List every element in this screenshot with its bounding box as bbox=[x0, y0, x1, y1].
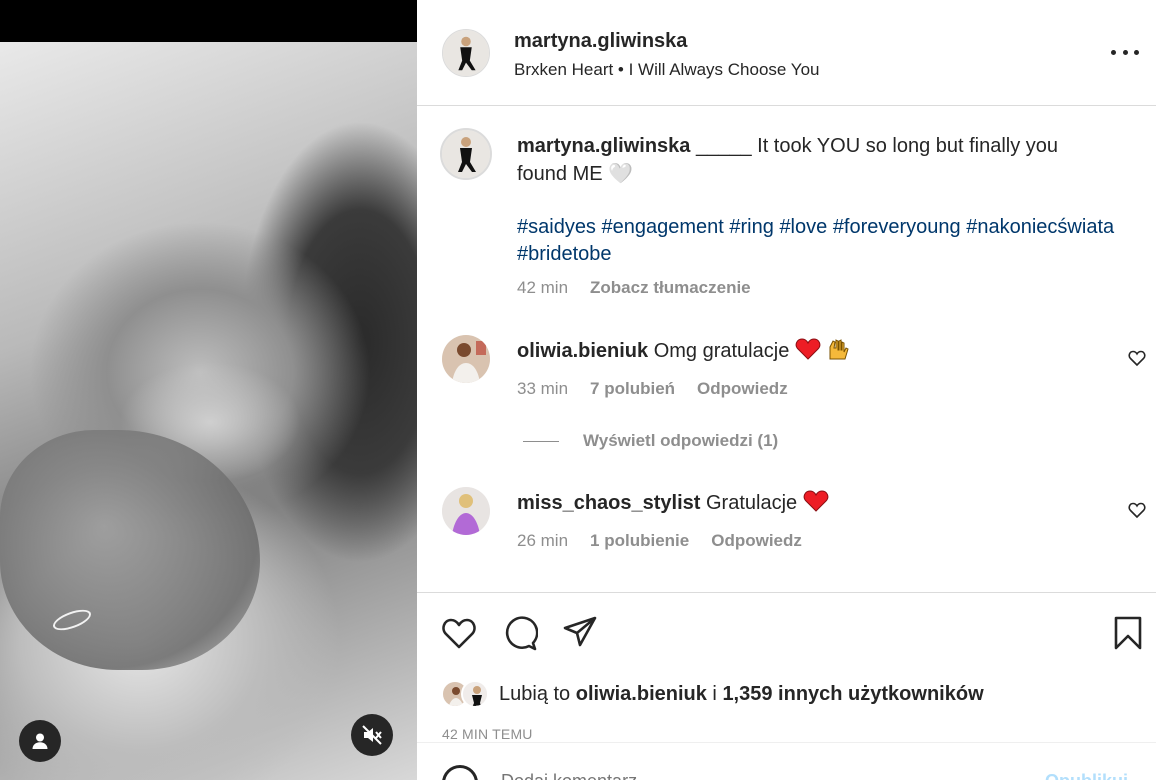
comment-meta: 33 min 7 polubień Odpowiedz bbox=[517, 379, 788, 399]
caption: martyna.gliwinska _____ It took YOU so l… bbox=[517, 132, 1107, 188]
post-media[interactable] bbox=[0, 0, 417, 780]
comment-input[interactable] bbox=[501, 771, 1001, 780]
share-icon[interactable] bbox=[562, 615, 598, 651]
more-options-button[interactable] bbox=[1111, 42, 1139, 62]
tagged-users-button[interactable] bbox=[19, 720, 61, 762]
comment-likes[interactable]: 1 polubienie bbox=[590, 531, 689, 551]
likes-prefix: Lubią to bbox=[499, 682, 576, 705]
likes-middle: i bbox=[706, 682, 723, 705]
caption-hashtags: #saidyes #engagement #ring #love #foreve… bbox=[517, 214, 1117, 268]
liker-username[interactable]: oliwia.bieniuk bbox=[576, 683, 707, 705]
comment-meta: 26 min 1 polubienie Odpowiedz bbox=[517, 531, 802, 551]
post-photo bbox=[0, 42, 417, 780]
like-comment-icon[interactable] bbox=[1128, 501, 1146, 519]
user-icon bbox=[32, 733, 48, 749]
likes-text: Lubią to oliwia.bieniuk i 1,359 innych u… bbox=[499, 683, 984, 706]
comment-time[interactable]: 33 min bbox=[517, 379, 568, 399]
like-icon[interactable] bbox=[441, 615, 477, 651]
liker-avatar-image bbox=[463, 682, 487, 706]
comment-avatar[interactable] bbox=[442, 335, 490, 383]
post-comment-button[interactable]: Opublikuj bbox=[1045, 771, 1128, 780]
comment-icon[interactable] bbox=[502, 615, 538, 651]
author-username[interactable]: martyna.gliwinska bbox=[514, 30, 687, 53]
post-timestamp[interactable]: 42 MIN TEMU bbox=[442, 726, 533, 742]
comment-text: Omg gratulacje bbox=[648, 340, 795, 362]
caption-username[interactable]: martyna.gliwinska bbox=[517, 135, 690, 157]
likes-summary: Lubią to oliwia.bieniuk i 1,359 innych u… bbox=[441, 677, 984, 711]
save-icon[interactable] bbox=[1110, 615, 1146, 651]
comment-avatar-image bbox=[442, 487, 490, 535]
more-dot bbox=[1111, 49, 1116, 55]
author-avatar-image bbox=[443, 30, 489, 76]
post-header: martyna.gliwinska Brxken Heart • I Will … bbox=[417, 0, 1156, 106]
comment-avatar-image bbox=[442, 335, 490, 383]
more-dot bbox=[1134, 49, 1139, 55]
comment: oliwia.bieniuk Omg gratulacje bbox=[517, 337, 1097, 365]
view-replies-button[interactable]: Wyświetl odpowiedzi (1) bbox=[583, 431, 778, 451]
liker-avatar[interactable] bbox=[461, 680, 489, 708]
like-comment-icon[interactable] bbox=[1128, 349, 1146, 367]
hashtag-link[interactable]: #nakoniecświata bbox=[966, 216, 1114, 238]
audio-track[interactable]: Brxken Heart • I Will Always Choose You bbox=[514, 60, 819, 80]
raising-hands-icon bbox=[829, 339, 850, 360]
hashtag-link[interactable]: #foreveryoung bbox=[833, 216, 961, 238]
caption-avatar[interactable] bbox=[440, 128, 492, 180]
caption-meta: 42 min Zobacz tłumaczenie bbox=[517, 278, 751, 298]
emoji-icon[interactable] bbox=[442, 765, 478, 780]
comments-section: martyna.gliwinska _____ It took YOU so l… bbox=[417, 106, 1156, 592]
hashtag-link[interactable]: #bridetobe bbox=[517, 243, 612, 265]
comment-username[interactable]: miss_chaos_stylist bbox=[517, 492, 700, 514]
comment-likes[interactable]: 7 polubień bbox=[590, 379, 675, 399]
caption-avatar-image bbox=[442, 130, 490, 178]
sound-off-icon bbox=[362, 725, 382, 745]
more-dot bbox=[1122, 49, 1128, 55]
reply-button[interactable]: Odpowiedz bbox=[711, 531, 802, 551]
comment-avatar[interactable] bbox=[442, 487, 490, 535]
comment-username[interactable]: oliwia.bieniuk bbox=[517, 340, 648, 362]
replies-divider bbox=[523, 441, 559, 442]
reply-button[interactable]: Odpowiedz bbox=[697, 379, 788, 399]
see-translation-link[interactable]: Zobacz tłumaczenie bbox=[590, 278, 751, 298]
post-sidebar: martyna.gliwinska Brxken Heart • I Will … bbox=[417, 0, 1156, 780]
comment-text: Gratulacje bbox=[700, 492, 803, 514]
comment: miss_chaos_stylist Gratulacje bbox=[517, 489, 1097, 517]
hashtag-link[interactable]: #ring bbox=[729, 216, 773, 238]
post-actions: Lubią to oliwia.bieniuk i 1,359 innych u… bbox=[417, 592, 1156, 742]
comment-time[interactable]: 26 min bbox=[517, 531, 568, 551]
caption-time[interactable]: 42 min bbox=[517, 278, 568, 298]
likes-count[interactable]: 1,359 innych użytkowników bbox=[722, 683, 983, 705]
hashtag-link[interactable]: #engagement bbox=[602, 216, 724, 238]
red-heart-icon bbox=[803, 490, 829, 512]
mute-button[interactable] bbox=[351, 714, 393, 756]
add-comment-bar: Opublikuj bbox=[417, 742, 1156, 780]
red-heart-icon bbox=[795, 338, 821, 360]
hashtag-link[interactable]: #love bbox=[779, 216, 827, 238]
hashtag-link[interactable]: #saidyes bbox=[517, 216, 596, 238]
author-avatar[interactable] bbox=[442, 29, 490, 77]
